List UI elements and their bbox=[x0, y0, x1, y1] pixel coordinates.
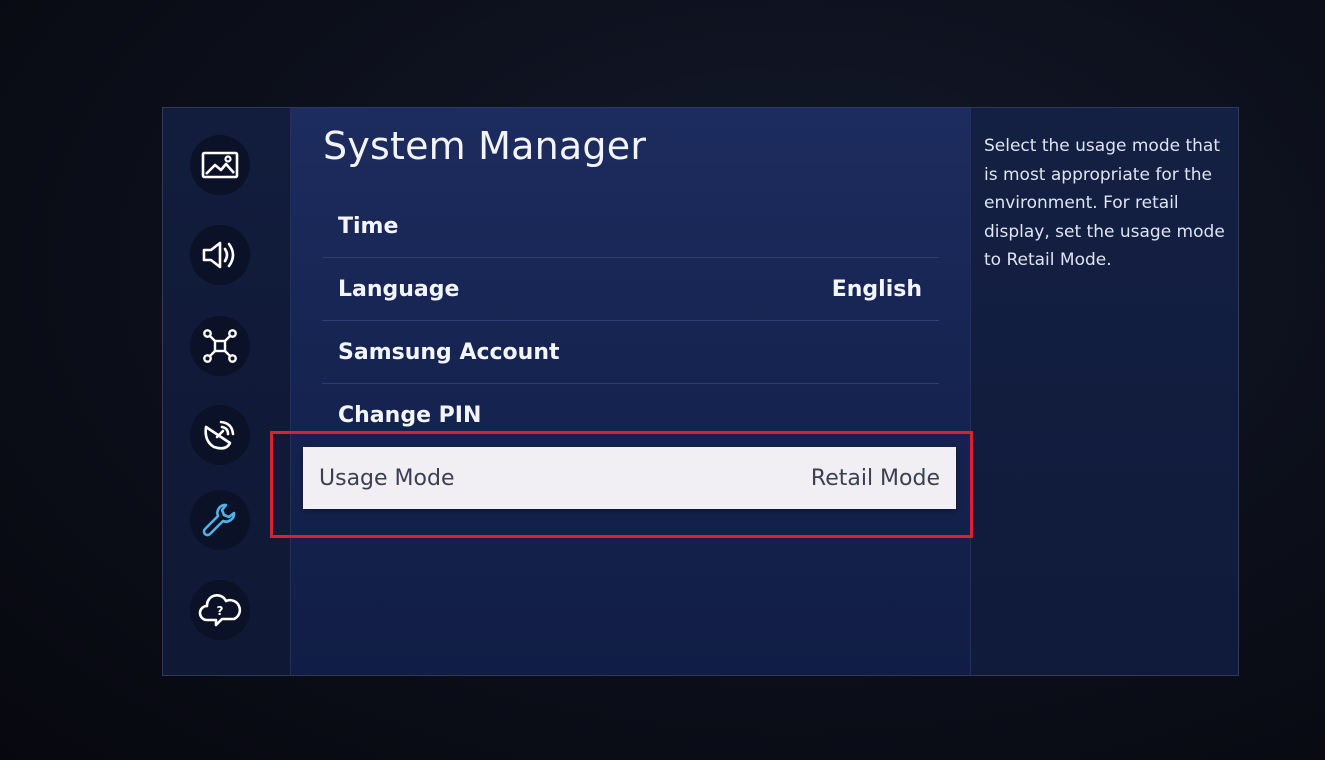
network-icon bbox=[203, 329, 237, 363]
menu-item-language[interactable]: Language English bbox=[322, 258, 939, 321]
menu-item-label: Time bbox=[338, 213, 399, 239]
help-panel: Select the usage mode that is most appro… bbox=[970, 108, 1238, 675]
menu-item-label: Change PIN bbox=[338, 403, 482, 428]
system-manager-menu: System Manager Time Language English Sam… bbox=[291, 108, 970, 675]
settings-panel: ? System Manager Time Language English S… bbox=[162, 107, 1239, 676]
sound-icon bbox=[202, 241, 235, 269]
menu-item-value: Retail Mode bbox=[810, 465, 940, 491]
wrench-icon bbox=[202, 503, 236, 537]
sidebar-item-general[interactable] bbox=[190, 490, 250, 550]
sidebar-item-support[interactable]: ? bbox=[190, 580, 250, 640]
menu-item-label: Samsung Account bbox=[338, 339, 560, 365]
menu-item-samsung-account[interactable]: Samsung Account bbox=[322, 321, 939, 384]
menu-item-label: Language bbox=[338, 276, 460, 302]
sidebar-item-broadcasting[interactable] bbox=[190, 405, 250, 465]
broadcasting-icon bbox=[204, 420, 235, 450]
help-text: Select the usage mode that is most appro… bbox=[984, 136, 1225, 270]
sidebar-item-sound[interactable] bbox=[190, 225, 250, 285]
svg-text:?: ? bbox=[217, 604, 224, 618]
menu-item-usage-mode[interactable]: Usage Mode Retail Mode bbox=[303, 447, 956, 509]
menu-item-change-pin[interactable]: Change PIN bbox=[322, 384, 939, 447]
tv-screen: ? System Manager Time Language English S… bbox=[0, 0, 1325, 760]
picture-icon bbox=[201, 151, 239, 179]
menu-item-label: Usage Mode bbox=[319, 465, 455, 491]
menu-item-value: English bbox=[831, 276, 922, 302]
sidebar-item-network[interactable] bbox=[190, 316, 250, 376]
page-title: System Manager bbox=[323, 124, 647, 168]
support-cloud-icon: ? bbox=[198, 594, 242, 627]
menu-item-time[interactable]: Time bbox=[322, 195, 939, 258]
sidebar-item-picture[interactable] bbox=[190, 135, 250, 195]
settings-sidebar: ? bbox=[163, 108, 291, 675]
